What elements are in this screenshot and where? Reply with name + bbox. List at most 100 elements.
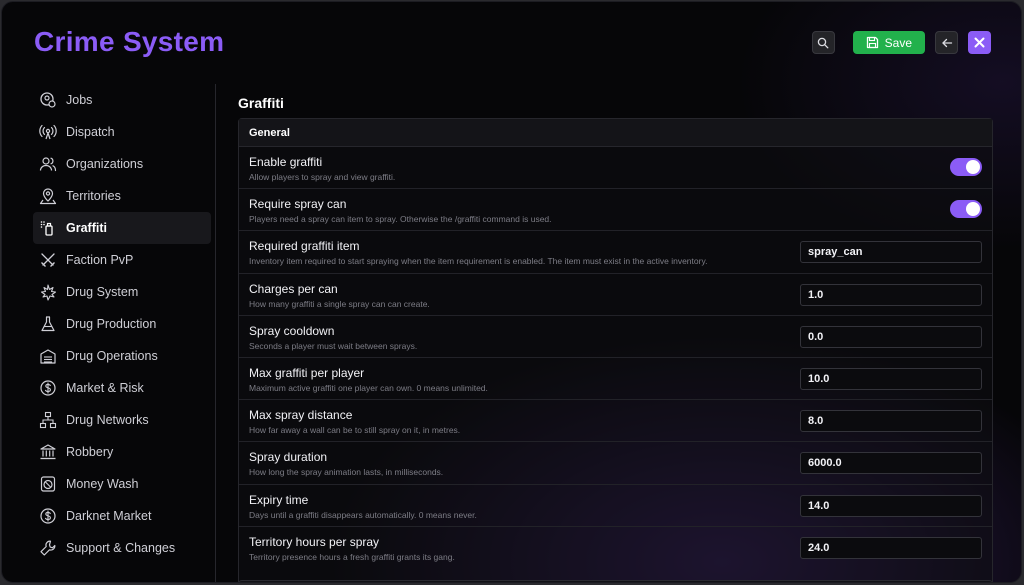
setting-label: Max spray distance	[249, 408, 353, 423]
setting-label: Require spray can	[249, 197, 347, 212]
dollar-circle-icon	[40, 380, 56, 396]
spray-duration-input[interactable]: 6000.0	[800, 452, 982, 475]
sidebar-item-drug-networks[interactable]: Drug Networks	[33, 404, 211, 436]
sidebar-item-label: Robbery	[66, 445, 114, 459]
setting-description: How far away a wall can be to still spra…	[249, 425, 461, 436]
leaf-icon	[40, 284, 57, 301]
setting-description: Inventory item required to start sprayin…	[249, 256, 708, 267]
sidebar: Jobs Dispatch Organizations Territories …	[33, 84, 211, 564]
sidebar-item-organizations[interactable]: Organizations	[33, 148, 211, 180]
warehouse-icon	[40, 349, 56, 364]
sidebar-item-drug-system[interactable]: Drug System	[33, 276, 211, 308]
expiry-time-input[interactable]: 14.0	[800, 494, 982, 517]
max-spray-distance-input[interactable]: 8.0	[800, 410, 982, 433]
setting-row-required-graffiti-item: Required graffiti item Inventory item re…	[239, 231, 992, 274]
setting-row-spray-cooldown: Spray cooldown Seconds a player must wai…	[239, 316, 992, 358]
washing-machine-icon	[40, 476, 56, 492]
sidebar-divider	[215, 84, 216, 582]
wrench-icon	[40, 540, 56, 556]
arrow-left-icon	[941, 38, 952, 47]
map-pin-icon	[39, 188, 57, 205]
setting-label: Charges per can	[249, 281, 338, 296]
territory-hours-per-spray-input[interactable]: 24.0	[800, 536, 982, 559]
network-icon	[39, 411, 57, 429]
sidebar-item-label: Organizations	[66, 157, 144, 171]
radio-tower-icon	[39, 124, 57, 140]
setting-label: Expiry time	[249, 492, 309, 507]
setting-label: Max graffiti per player	[249, 365, 365, 380]
sidebar-item-label: Territories	[66, 189, 121, 203]
setting-label: Enable graffiti	[249, 155, 323, 169]
sidebar-item-faction-pvp[interactable]: Faction PvP	[33, 244, 211, 276]
setting-row-max-graffiti-per-player: Max graffiti per player Maximum active g…	[239, 358, 992, 401]
sidebar-item-market-risk[interactable]: Market & Risk	[33, 372, 211, 404]
search-button[interactable]	[811, 31, 835, 54]
setting-label: Spray duration	[249, 450, 328, 465]
sidebar-item-label: Faction PvP	[66, 253, 134, 267]
sidebar-item-label: Darknet Market	[66, 509, 152, 523]
crossed-swords-icon	[41, 253, 55, 267]
next-section-edge	[238, 580, 993, 582]
save-button[interactable]: Save	[852, 31, 925, 54]
top-toolbar: Save	[811, 31, 991, 54]
sidebar-item-darknet-market[interactable]: Darknet Market	[33, 500, 211, 532]
app-window: Crime System Save Jobs Dispatch Organiza…	[1, 1, 1022, 583]
sidebar-item-label: Jobs	[66, 93, 93, 107]
sidebar-item-drug-operations[interactable]: Drug Operations	[33, 340, 211, 372]
setting-description: Days until a graffiti disappears automat…	[249, 509, 477, 520]
required-graffiti-item-input[interactable]: spray_can	[800, 241, 982, 264]
back-button[interactable]	[935, 31, 958, 54]
setting-row-max-spray-distance: Max spray distance How far away a wall c…	[239, 400, 992, 443]
sidebar-item-graffiti[interactable]: Graffiti	[33, 212, 211, 244]
setting-description: Territory presence hours a fresh graffit…	[249, 551, 455, 562]
page-title: Graffiti	[238, 95, 284, 111]
sidebar-item-label: Dispatch	[66, 125, 115, 139]
close-button[interactable]	[968, 31, 991, 54]
setting-description: Maximum active graffiti one player can o…	[249, 382, 488, 393]
setting-description: Seconds a player must wait between spray…	[249, 340, 418, 351]
flask-icon	[41, 316, 55, 332]
settings-panel: General Enable graffiti Allow players to…	[238, 118, 993, 582]
sidebar-item-label: Drug System	[66, 285, 139, 299]
setting-row-require-spray-can: Require spray can Players need a spray c…	[239, 189, 992, 232]
save-icon	[866, 36, 878, 49]
sidebar-item-robbery[interactable]: Robbery	[33, 436, 211, 468]
close-icon	[974, 37, 985, 48]
max-graffiti-per-player-input[interactable]: 10.0	[800, 367, 982, 390]
setting-description: Players need a spray can item to spray. …	[249, 214, 552, 225]
sidebar-item-label: Drug Networks	[66, 413, 149, 427]
sidebar-item-label: Graffiti	[66, 221, 107, 235]
sidebar-item-dispatch[interactable]: Dispatch	[33, 116, 211, 148]
enable-graffiti-toggle[interactable]	[950, 158, 982, 176]
sidebar-item-support-changes[interactable]: Support & Changes	[33, 532, 211, 564]
sidebar-item-label: Support & Changes	[66, 541, 176, 555]
app-title: Crime System	[34, 26, 225, 57]
sidebar-item-label: Drug Production	[66, 317, 157, 331]
sidebar-item-jobs[interactable]: Jobs	[33, 84, 211, 116]
bank-icon	[40, 444, 56, 460]
spray-cooldown-input[interactable]: 0.0	[800, 325, 982, 348]
setting-row-spray-duration: Spray duration How long the spray animat…	[239, 442, 992, 485]
sidebar-item-label: Drug Operations	[66, 349, 158, 363]
charges-per-can-input[interactable]: 1.0	[800, 283, 982, 306]
sidebar-item-label: Market & Risk	[66, 381, 144, 395]
sidebar-item-territories[interactable]: Territories	[33, 180, 211, 212]
setting-label: Territory hours per spray	[249, 534, 380, 549]
setting-description: How long the spray animation lasts, in m…	[249, 467, 444, 478]
search-icon	[817, 37, 829, 48]
setting-description: How many graffiti a single spray can can…	[249, 298, 430, 309]
section-header: General	[239, 119, 992, 147]
setting-row-expiry-time: Expiry time Days until a graffiti disapp…	[239, 485, 992, 527]
setting-row-territory-hours-per-spray: Territory hours per spray Territory pres…	[239, 527, 992, 569]
users-icon	[39, 157, 57, 172]
sidebar-item-drug-production[interactable]: Drug Production	[33, 308, 211, 340]
require-spray-can-toggle[interactable]	[950, 200, 982, 219]
setting-description: Allow players to spray and view graffiti…	[249, 172, 396, 182]
badge-pin-icon	[40, 92, 56, 108]
setting-row-charges-per-can: Charges per can How many graffiti a sing…	[239, 274, 992, 316]
setting-row-enable-graffiti: Enable graffiti Allow players to spray a…	[239, 147, 992, 190]
sidebar-item-money-wash[interactable]: Money Wash	[33, 468, 211, 500]
dollar-circle-icon	[40, 508, 56, 524]
save-button-label: Save	[884, 35, 912, 50]
setting-label: Required graffiti item	[249, 239, 360, 254]
